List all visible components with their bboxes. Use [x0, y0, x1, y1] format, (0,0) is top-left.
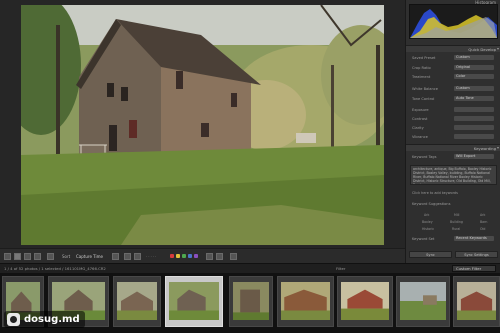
- white-balance-dropdown[interactable]: Custom: [454, 86, 494, 91]
- old-mill-photo: [21, 5, 384, 245]
- main-photo-preview[interactable]: [21, 5, 384, 245]
- tone-control-row: Tone Control Auto Tone: [406, 96, 500, 102]
- rotate-right-icon[interactable]: [216, 253, 223, 260]
- filmstrip-thumbnail-selected[interactable]: [165, 276, 223, 327]
- clarity-stepper[interactable]: [454, 125, 494, 130]
- lightroom-window: Histogram Quick Develop Saved Preset Cust…: [0, 0, 500, 333]
- keyword-tags-dropdown[interactable]: Will Export: [454, 154, 494, 159]
- treatment-row: Treatment Color: [406, 74, 500, 80]
- grid-view-icon[interactable]: [4, 253, 11, 260]
- collapse-triangle-icon[interactable]: [497, 48, 499, 50]
- crop-ratio-dropdown[interactable]: Original: [454, 65, 494, 70]
- sync-button[interactable]: Sync: [409, 251, 452, 258]
- color-label-purple[interactable]: [194, 254, 198, 258]
- suggestion-item[interactable]: Boxley: [422, 220, 433, 224]
- painter-icon[interactable]: [47, 253, 54, 260]
- right-panel: Histogram Quick Develop Saved Preset Cust…: [405, 0, 500, 263]
- filmstrip-path: 1 / 4 of 52 photos / 1 selected / 161101…: [4, 266, 106, 271]
- suggestion-item[interactable]: Building: [450, 220, 463, 224]
- color-label-green[interactable]: [182, 254, 186, 258]
- survey-view-icon[interactable]: [34, 253, 41, 260]
- saved-preset-dropdown[interactable]: Custom: [454, 55, 494, 60]
- star-rating[interactable]: ·····: [146, 253, 157, 260]
- vibrance-stepper[interactable]: [454, 134, 494, 139]
- white-balance-row: White Balance Custom: [406, 86, 500, 92]
- filmstrip-thumbnail[interactable]: [453, 276, 500, 327]
- filmstrip-thumbnail[interactable]: [337, 276, 393, 327]
- filter-label: Filter: [336, 266, 346, 271]
- suggestion-item[interactable]: Mill: [454, 213, 459, 217]
- keyword-suggestions-row: Keyword Suggestions: [412, 202, 451, 206]
- vibrance-row: Vibrance: [406, 134, 500, 140]
- suggestion-item[interactable]: Historic: [422, 227, 434, 231]
- crop-ratio-row: Crop Ratio Original: [406, 65, 500, 71]
- color-label-yellow[interactable]: [176, 254, 180, 258]
- loupe-view-icon[interactable]: [14, 253, 21, 260]
- sort-direction-icon[interactable]: [112, 253, 119, 260]
- contrast-stepper[interactable]: [454, 116, 494, 121]
- compare-view-icon[interactable]: [24, 253, 31, 260]
- add-keywords-link[interactable]: Click here to add keywords: [412, 191, 458, 195]
- suggestion-item[interactable]: Ark: [424, 213, 429, 217]
- filmstrip-thumbnail[interactable]: [277, 276, 334, 327]
- sync-settings-button[interactable]: Sync Settings: [455, 251, 498, 258]
- keyword-set-row: Keyword Set Recent Keywords: [406, 236, 500, 242]
- keyword-set-dropdown[interactable]: Recent Keywords: [454, 236, 494, 241]
- keyword-text-area[interactable]: architecture, antique, Big Buffalo, Boxl…: [410, 165, 497, 185]
- sort-label: Sort: [62, 254, 71, 259]
- auto-tone-button[interactable]: Auto Tone: [454, 96, 494, 101]
- keywording-header[interactable]: Keywording: [406, 144, 500, 151]
- filmstrip-thumbnail[interactable]: [396, 276, 450, 327]
- treatment-dropdown[interactable]: Color: [454, 74, 494, 79]
- filmstrip-thumbnail[interactable]: [229, 276, 273, 327]
- keyword-tags-row: Keyword Tags Will Export: [406, 154, 500, 160]
- sort-dropdown[interactable]: Capture Time: [76, 253, 103, 260]
- watermark-text: dosug.md: [24, 314, 80, 325]
- collapse-triangle-icon[interactable]: [497, 147, 499, 149]
- exposure-row: Exposure: [406, 107, 500, 113]
- watermark-logo-icon: [7, 313, 20, 326]
- flag-pick-icon[interactable]: [124, 253, 131, 260]
- color-label-blue[interactable]: [188, 254, 192, 258]
- histogram: [409, 4, 498, 39]
- toolbar-menu-icon[interactable]: [230, 253, 237, 260]
- saved-preset-row: Saved Preset Custom: [406, 55, 500, 61]
- quick-develop-header[interactable]: Quick Develop: [406, 45, 500, 52]
- exposure-stepper[interactable]: [454, 107, 494, 112]
- suggestion-item[interactable]: Ark: [480, 213, 485, 217]
- suggestion-item[interactable]: Barn: [480, 220, 487, 224]
- library-toolbar: Sort Capture Time ·····: [0, 248, 405, 263]
- clarity-row: Clarity: [406, 125, 500, 131]
- suggestion-item[interactable]: Old: [480, 227, 485, 231]
- contrast-row: Contrast: [406, 116, 500, 122]
- suggestion-item[interactable]: Rural: [452, 227, 460, 231]
- sync-buttons: Sync Sync Settings: [409, 251, 498, 258]
- custom-filter-dropdown[interactable]: Custom Filter: [452, 265, 496, 272]
- filmstrip-header: 1 / 4 of 52 photos / 1 selected / 161101…: [0, 263, 500, 273]
- keyword-suggestions-grid: Ark Mill Ark Boxley Building Barn Histor…: [410, 212, 497, 234]
- color-label-red[interactable]: [170, 254, 174, 258]
- filmstrip-thumbnail[interactable]: [113, 276, 161, 327]
- watermark: dosug.md: [4, 311, 85, 328]
- flag-reject-icon[interactable]: [134, 253, 141, 260]
- rotate-left-icon[interactable]: [206, 253, 213, 260]
